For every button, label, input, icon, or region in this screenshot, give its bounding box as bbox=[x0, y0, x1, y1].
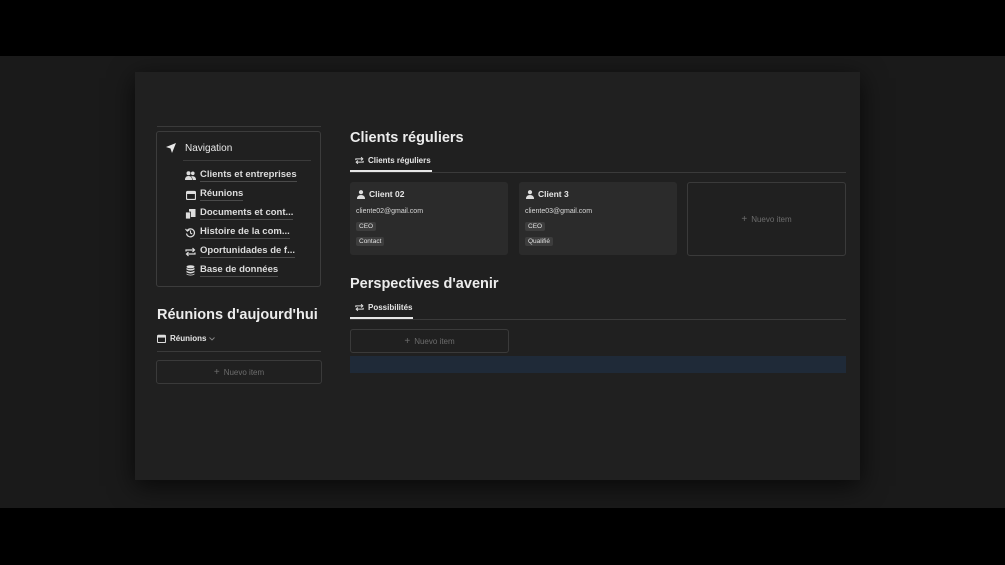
top-divider bbox=[157, 126, 321, 127]
nav-item-reunions[interactable]: Réunions bbox=[185, 188, 244, 201]
new-item-label: Nuevo item bbox=[414, 336, 455, 346]
role-tag: CEO bbox=[356, 222, 377, 231]
history-icon bbox=[185, 227, 196, 238]
client-name: Client 3 bbox=[538, 189, 569, 199]
meetings-view-tab[interactable]: Réunions bbox=[157, 334, 219, 343]
regular-clients-tab[interactable]: Clients réguliers bbox=[355, 156, 431, 165]
nav-item-documents[interactable]: Documents et cont... bbox=[185, 207, 294, 220]
nav-item-label: Histoire de la com... bbox=[200, 226, 290, 239]
plus-icon: + bbox=[213, 366, 220, 378]
regular-clients-new-item-button[interactable]: + Nuevo item bbox=[687, 182, 846, 256]
person-icon bbox=[357, 189, 365, 199]
role-tag: CEO bbox=[525, 222, 546, 231]
navigation-callout: Navigation Clients et entreprises Réunio… bbox=[156, 131, 321, 287]
person-icon bbox=[526, 189, 534, 199]
notion-page: Navigation Clients et entreprises Réunio… bbox=[135, 72, 860, 480]
repeat-icon bbox=[355, 156, 364, 165]
meetings-divider bbox=[157, 351, 321, 352]
regular-clients-divider bbox=[350, 172, 846, 173]
nav-item-histoire[interactable]: Histoire de la com... bbox=[185, 226, 290, 239]
nav-item-base-de-donnees[interactable]: Base de données bbox=[185, 264, 279, 277]
client-card-title: Client 3 bbox=[526, 189, 569, 199]
new-item-label: Nuevo item bbox=[751, 214, 792, 224]
client-name: Client 02 bbox=[369, 189, 405, 199]
nav-item-oportunidades[interactable]: Oportunidades de f... bbox=[185, 245, 296, 258]
navigation-arrow-icon bbox=[166, 143, 176, 153]
prospects-new-item-button[interactable]: + Nuevo item bbox=[350, 329, 509, 353]
plus-icon: + bbox=[404, 335, 411, 347]
client-email: cliente02@gmail.com bbox=[356, 208, 424, 215]
chevron-down-icon bbox=[209, 336, 216, 341]
calendar-icon bbox=[185, 189, 196, 200]
nav-item-label: Base de données bbox=[200, 264, 279, 277]
tab-label: Clients réguliers bbox=[368, 156, 431, 165]
navigation-header: Navigation bbox=[165, 142, 232, 154]
client-card-title: Client 02 bbox=[357, 189, 404, 199]
prospects-divider bbox=[350, 319, 846, 320]
nav-item-label: Documents et cont... bbox=[200, 207, 294, 220]
meetings-heading: Réunions d'aujourd'hui bbox=[157, 307, 318, 323]
status-tag: Contact bbox=[356, 237, 385, 246]
navigation-title: Navigation bbox=[185, 142, 233, 154]
nav-item-label: Clients et entreprises bbox=[200, 169, 297, 182]
database-icon bbox=[185, 265, 196, 276]
people-icon bbox=[185, 170, 196, 181]
prospects-heading: Perspectives d'avenir bbox=[350, 276, 499, 292]
documents-icon bbox=[185, 208, 196, 219]
client-card[interactable]: Client 02 cliente02@gmail.com CEO Contac… bbox=[350, 182, 508, 255]
client-card[interactable]: Client 3 cliente03@gmail.com CEO Qualifi… bbox=[519, 182, 677, 255]
regular-clients-heading: Clients réguliers bbox=[350, 130, 464, 146]
plus-icon: + bbox=[741, 213, 748, 225]
client-email: cliente03@gmail.com bbox=[525, 208, 593, 215]
navigation-divider bbox=[183, 160, 311, 161]
nav-item-label: Oportunidades de f... bbox=[200, 245, 296, 258]
tab-label: Possibilités bbox=[368, 303, 413, 312]
calendar-icon bbox=[157, 334, 166, 343]
nav-item-clients[interactable]: Clients et entreprises bbox=[185, 169, 297, 182]
repeat-icon bbox=[185, 246, 196, 257]
status-tag: Qualifié bbox=[525, 237, 554, 246]
nav-item-label: Réunions bbox=[200, 188, 244, 201]
meetings-new-item-button[interactable]: + Nuevo item bbox=[156, 360, 322, 384]
meetings-view-label: Réunions bbox=[170, 334, 207, 343]
selection-highlight-bar bbox=[350, 356, 846, 373]
repeat-icon bbox=[355, 303, 364, 312]
possibilites-tab[interactable]: Possibilités bbox=[355, 303, 412, 312]
new-item-label: Nuevo item bbox=[223, 367, 265, 377]
